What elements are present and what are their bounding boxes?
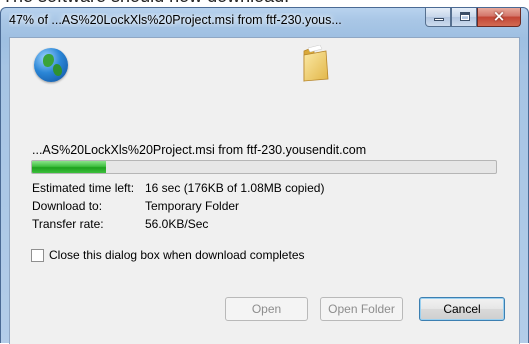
globe-land-shape: [43, 54, 54, 67]
download-to-value: Temporary Folder: [145, 199, 240, 213]
close-on-complete-label[interactable]: Close this dialog box when download comp…: [49, 248, 305, 262]
transfer-rate-value: 56.0KB/Sec: [145, 217, 209, 231]
download-progress-fill: [32, 161, 107, 173]
open-folder-button[interactable]: Open Folder: [320, 297, 403, 321]
download-to-label: Download to:: [32, 199, 103, 213]
download-to-row: Download to: Temporary Folder: [32, 199, 239, 213]
download-progress-bar: [31, 160, 497, 174]
window-title: 47% of ...AS%20LockXls%20Project.msi fro…: [9, 13, 342, 27]
estimated-time-label: Estimated time left:: [32, 181, 135, 195]
minimize-button[interactable]: [425, 8, 451, 27]
cancel-button[interactable]: Cancel: [419, 297, 505, 321]
transfer-rate-label: Transfer rate:: [32, 217, 104, 231]
caption-buttons: ×: [425, 7, 521, 28]
close-on-complete-checkbox[interactable]: [31, 249, 44, 262]
folder-icon: [303, 45, 329, 82]
download-filename: ...AS%20LockXls%20Project.msi from ftf-2…: [32, 143, 367, 157]
globe-land-shape: [53, 64, 62, 76]
open-button[interactable]: Open: [225, 297, 308, 321]
minimize-icon: [434, 18, 444, 21]
close-button[interactable]: ×: [477, 7, 521, 27]
download-dialog: 47% of ...AS%20LockXls%20Project.msi fro…: [0, 7, 529, 344]
transfer-rate-row: Transfer rate: 56.0KB/Sec: [32, 217, 208, 231]
maximize-icon: [460, 12, 470, 21]
globe-icon: [34, 48, 68, 82]
maximize-button[interactable]: [451, 8, 477, 27]
close-icon: ×: [492, 7, 506, 25]
estimated-time-value: 16 sec (176KB of 1.08MB copied): [145, 181, 325, 195]
estimated-time-row: Estimated time left: 16 sec (176KB of 1.0…: [32, 181, 324, 195]
